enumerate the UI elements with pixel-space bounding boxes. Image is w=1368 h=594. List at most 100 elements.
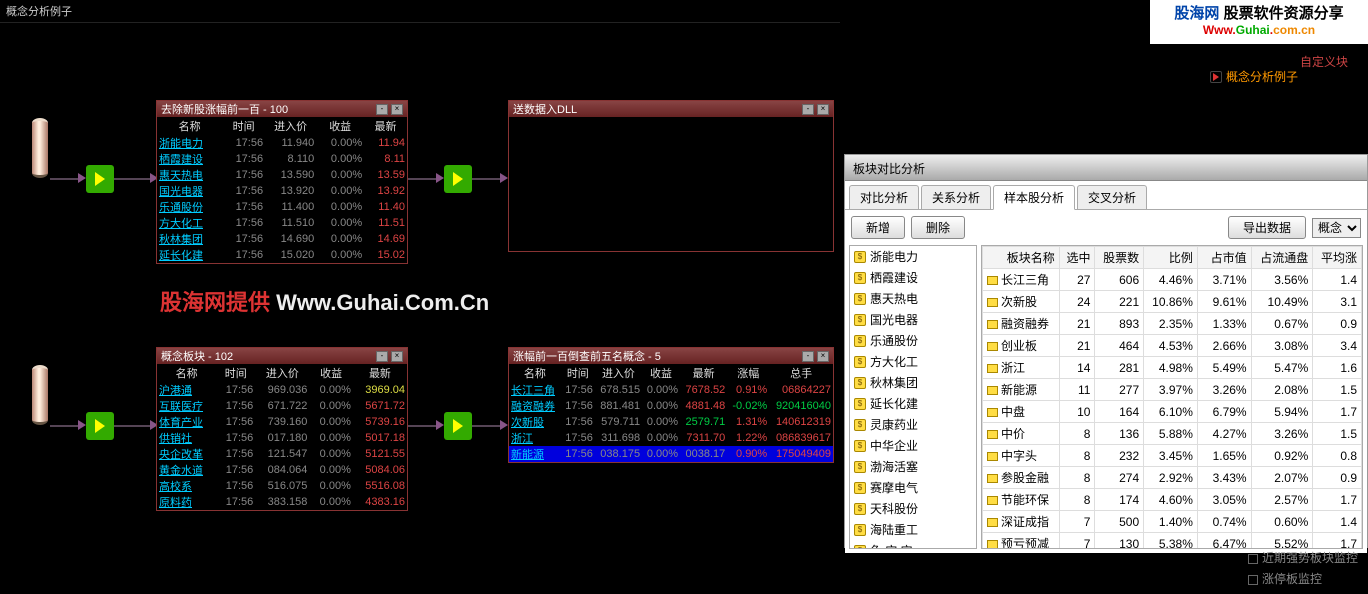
box-top100[interactable]: 去除新股涨幅前一百 - 100 - × 名称时间进入价收益最新浙能电力17:56… [156, 100, 408, 264]
table-row[interactable]: 新能源112773.97%3.26%2.08%1.5 [983, 379, 1362, 401]
dialog-sector-compare[interactable]: 板块对比分析 对比分析关系分析样本股分析交叉分析 新增 删除 导出数据 概念 $… [844, 154, 1368, 548]
list-item[interactable]: $惠天热电 [850, 288, 976, 309]
wire [50, 178, 80, 180]
list-item[interactable]: $乐通股份 [850, 330, 976, 351]
tab-3[interactable]: 交叉分析 [1077, 185, 1147, 209]
table-row[interactable]: 秋林集团17:5614.6900.00%14.69 [157, 231, 407, 247]
table-row[interactable]: 融资融券218932.35%1.33%0.67%0.9 [983, 313, 1362, 335]
close-icon[interactable]: × [817, 351, 829, 362]
table-row[interactable]: 浙江17:56311.6980.00%7311.701.22%086839617 [509, 430, 833, 446]
tab-1[interactable]: 关系分析 [921, 185, 991, 209]
node-2[interactable] [444, 165, 472, 193]
delete-button[interactable]: 删除 [911, 216, 965, 239]
list-item[interactable]: $灵康药业 [850, 414, 976, 435]
nav-item-concept[interactable]: 概念分析例子 [1210, 68, 1298, 85]
table-row[interactable]: 新能源17:56038.1750.00%0038.170.90%17504940… [509, 446, 833, 462]
node-3[interactable] [86, 412, 114, 440]
box-top5[interactable]: 涨幅前一百倒查前五名概念 - 5 - × 名称时间进入价收益最新涨幅总手长江三角… [508, 347, 834, 463]
nav-label: 自定义块 [1300, 53, 1348, 70]
table-row[interactable]: 长江三角17:56678.5150.00%7678.520.91%0686422… [509, 382, 833, 398]
list-item[interactable]: $中华企业 [850, 435, 976, 456]
link-strong-sector[interactable]: 近期强势板块监控 [1248, 547, 1358, 568]
table-row[interactable]: 方大化工17:5611.5100.00%11.51 [157, 215, 407, 231]
close-icon[interactable]: × [817, 104, 829, 115]
add-button[interactable]: 新增 [851, 216, 905, 239]
list-item[interactable]: $延长化建 [850, 393, 976, 414]
col-header[interactable]: 平均涨 [1313, 247, 1362, 269]
col-header[interactable]: 选中 [1059, 247, 1095, 269]
node-1[interactable] [86, 165, 114, 193]
table-row[interactable]: 高校系17:56516.0750.00%5516.08 [157, 478, 407, 494]
list-item[interactable]: $国光电器 [850, 309, 976, 330]
minimize-icon[interactable]: - [802, 104, 814, 115]
box-header[interactable]: 去除新股涨幅前一百 - 100 - × [157, 101, 407, 117]
checkbox-icon[interactable] [1248, 554, 1258, 564]
minimize-icon[interactable]: - [376, 351, 388, 362]
table-row[interactable]: 乐通股份17:5611.4000.00%11.40 [157, 199, 407, 215]
table-row[interactable]: 次新股17:56579.7110.00%2579.711.31%14061231… [509, 414, 833, 430]
col-header[interactable]: 占流通盘 [1251, 247, 1313, 269]
box-concept[interactable]: 概念板块 - 102 - × 名称时间进入价收益最新沪港通17:56969.03… [156, 347, 408, 511]
col-header[interactable]: 占市值 [1197, 247, 1251, 269]
list-item[interactable]: $秋林集团 [850, 372, 976, 393]
dialog-title[interactable]: 板块对比分析 [845, 155, 1367, 181]
list-item[interactable]: $浙能电力 [850, 246, 976, 267]
table-row[interactable]: 中盘101646.10%6.79%5.94%1.7 [983, 401, 1362, 423]
table-row[interactable]: 浙能电力17:5611.9400.00%11.94 [157, 135, 407, 151]
table-row[interactable]: 浙江142814.98%5.49%5.47%1.6 [983, 357, 1362, 379]
table-row[interactable]: 中价81365.88%4.27%3.26%1.5 [983, 423, 1362, 445]
minimize-icon[interactable]: - [802, 351, 814, 362]
watermark-text: 股海网提供 [160, 290, 270, 315]
sector-grid[interactable]: 板块名称选中股票数比例占市值占流通盘平均涨长江三角276064.46%3.71%… [981, 245, 1363, 549]
close-icon[interactable]: × [391, 351, 403, 362]
table-row[interactable]: 创业板214644.53%2.66%3.08%3.4 [983, 335, 1362, 357]
table-row[interactable]: 央企改革17:56121.5470.00%5121.55 [157, 446, 407, 462]
minimize-icon[interactable]: - [376, 104, 388, 115]
list-item[interactable]: $天科股份 [850, 498, 976, 519]
export-button[interactable]: 导出数据 [1228, 216, 1306, 239]
list-item[interactable]: $赛摩电气 [850, 477, 976, 498]
folder-icon [987, 540, 998, 549]
table-row[interactable]: 原料药17:56383.1580.00%4383.16 [157, 494, 407, 510]
table-row[interactable]: 参股金融82742.92%3.43%2.07%0.9 [983, 467, 1362, 489]
box-header[interactable]: 概念板块 - 102 - × [157, 348, 407, 364]
folder-icon [987, 408, 998, 417]
tab-0[interactable]: 对比分析 [849, 185, 919, 209]
list-item[interactable]: $海陆重工 [850, 519, 976, 540]
box-header[interactable]: 送数据入DLL - × [509, 101, 833, 117]
table-row[interactable]: 节能环保81744.60%3.05%2.57%1.7 [983, 489, 1362, 511]
table-row[interactable]: 黄金水道17:56084.0640.00%5084.06 [157, 462, 407, 478]
nav-item-custom[interactable]: 自定义块 [1300, 53, 1348, 70]
src-cylinder-2[interactable] [32, 365, 48, 425]
table-row[interactable]: 延长化建17:5615.0200.00%15.02 [157, 247, 407, 263]
stock-list[interactable]: $浙能电力$栖霞建设$惠天热电$国光电器$乐通股份$方大化工$秋林集团$延长化建… [849, 245, 977, 549]
table-row[interactable]: 惠天热电17:5613.5900.00%13.59 [157, 167, 407, 183]
list-item[interactable]: $兔 宝 宝 [850, 540, 976, 549]
tab-2[interactable]: 样本股分析 [993, 185, 1075, 210]
list-item[interactable]: $方大化工 [850, 351, 976, 372]
col-header[interactable]: 比例 [1144, 247, 1198, 269]
category-select[interactable]: 概念 [1312, 218, 1361, 238]
table-row[interactable]: 互联医疗17:56671.7220.00%5671.72 [157, 398, 407, 414]
box-header[interactable]: 涨幅前一百倒查前五名概念 - 5 - × [509, 348, 833, 364]
list-item[interactable]: $栖霞建设 [850, 267, 976, 288]
table-row[interactable]: 供销社17:56017.1800.00%5017.18 [157, 430, 407, 446]
checkbox-icon[interactable] [1248, 575, 1258, 585]
table-row[interactable]: 栖霞建设17:568.1100.00%8.11 [157, 151, 407, 167]
col-header[interactable]: 板块名称 [983, 247, 1060, 269]
box-dll[interactable]: 送数据入DLL - × [508, 100, 834, 252]
table-row[interactable]: 长江三角276064.46%3.71%3.56%1.4 [983, 269, 1362, 291]
table-row[interactable]: 沪港通17:56969.0360.00%3969.04 [157, 382, 407, 398]
table-row[interactable]: 深证成指75001.40%0.74%0.60%1.4 [983, 511, 1362, 533]
table-row[interactable]: 体育产业17:56739.1600.00%5739.16 [157, 414, 407, 430]
table-row[interactable]: 次新股2422110.86%9.61%10.49%3.1 [983, 291, 1362, 313]
table-row[interactable]: 国光电器17:5613.9200.00%13.92 [157, 183, 407, 199]
table-row[interactable]: 融资融券17:56881.4810.00%4881.48-0.02%920416… [509, 398, 833, 414]
src-cylinder-1[interactable] [32, 118, 48, 178]
list-item[interactable]: $渤海活塞 [850, 456, 976, 477]
close-icon[interactable]: × [391, 104, 403, 115]
node-4[interactable] [444, 412, 472, 440]
link-limit-up[interactable]: 涨停板监控 [1248, 568, 1358, 589]
table-row[interactable]: 中字头82323.45%1.65%0.92%0.8 [983, 445, 1362, 467]
col-header[interactable]: 股票数 [1095, 247, 1144, 269]
